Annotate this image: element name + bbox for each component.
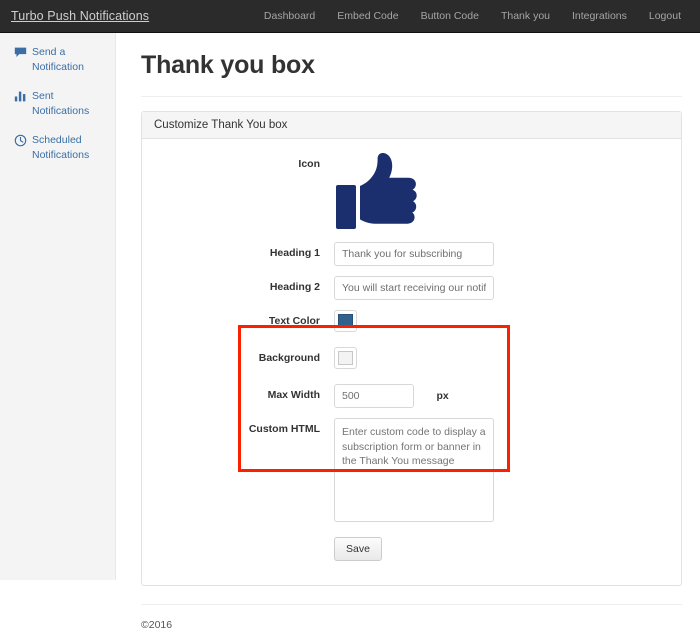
sidebar-item-label: Send a Notification <box>32 46 84 73</box>
custom-html-label: Custom HTML <box>248 423 320 435</box>
form-row-heading2: Heading 2 <box>152 276 671 300</box>
sidebar-item-label: Sent Notifications <box>32 90 90 117</box>
comment-icon <box>14 46 27 59</box>
background-color-swatch <box>338 351 353 365</box>
panel-heading: Customize Thank You box <box>142 112 681 139</box>
heading2-input[interactable] <box>334 276 494 300</box>
background-color-picker[interactable] <box>334 347 357 369</box>
form-row-custom-html: Custom HTML <box>152 418 671 527</box>
text-color-picker[interactable] <box>334 310 357 332</box>
max-width-label: Max Width <box>267 389 320 401</box>
nav-item-dashboard[interactable]: Dashboard <box>253 0 326 33</box>
page-title: Thank you box <box>141 51 315 79</box>
text-color-swatch <box>338 314 353 328</box>
navbar-links: Dashboard Embed Code Button Code Thank y… <box>253 0 700 33</box>
nav-item-thank-you[interactable]: Thank you <box>490 0 561 33</box>
form-row-background: Background <box>152 347 671 374</box>
brand-logo[interactable]: Turbo Push Notifications <box>0 9 149 23</box>
icon-label: Icon <box>298 158 320 170</box>
main-content: Thank you box Customize Thank You box Ic… <box>117 33 700 631</box>
customize-panel: Customize Thank You box Icon Heading 1 T… <box>141 111 682 586</box>
form-row-text-color: Text Color <box>152 310 671 337</box>
bar-chart-icon <box>14 90 27 103</box>
icon-preview[interactable] <box>334 153 671 238</box>
form-row-max-width: Max Width px <box>152 384 671 408</box>
clock-icon <box>14 134 27 147</box>
copyright-text: ©2016 <box>141 619 173 631</box>
form-row-actions: Save <box>152 537 671 561</box>
sidebar-item-send-a-notification[interactable]: Send a Notification <box>0 41 115 78</box>
sidebar: Send a Notification Sent Notifications S… <box>0 33 116 580</box>
heading2-label: Heading 2 <box>269 281 320 293</box>
title-divider <box>141 96 682 97</box>
heading1-label: Heading 1 <box>269 247 320 259</box>
text-color-label: Text Color <box>268 315 320 327</box>
panel-body: Icon Heading 1 Thank you for subscribing… <box>142 139 681 585</box>
thumbs-up-icon <box>334 153 671 238</box>
sidebar-item-label: Scheduled Notifications <box>32 134 90 161</box>
custom-html-textarea[interactable] <box>334 418 494 522</box>
nav-item-button-code[interactable]: Button Code <box>410 0 490 33</box>
background-label: Background <box>258 352 320 364</box>
actions-spacer <box>152 537 334 542</box>
nav-item-logout[interactable]: Logout <box>638 0 692 33</box>
nav-item-embed-code[interactable]: Embed Code <box>326 0 409 33</box>
sidebar-item-sent-notifications[interactable]: Sent Notifications <box>0 85 115 122</box>
heading1-input[interactable] <box>334 242 494 266</box>
save-button[interactable]: Save <box>334 537 382 561</box>
sidebar-item-scheduled-notifications[interactable]: Scheduled Notifications <box>0 129 115 166</box>
top-navbar: Turbo Push Notifications Dashboard Embed… <box>0 0 700 33</box>
nav-item-integrations[interactable]: Integrations <box>561 0 638 33</box>
form-row-icon: Icon <box>152 153 671 238</box>
max-width-input[interactable] <box>334 384 414 408</box>
max-width-unit: px <box>436 390 449 402</box>
form-row-heading1: Heading 1 <box>152 242 671 266</box>
